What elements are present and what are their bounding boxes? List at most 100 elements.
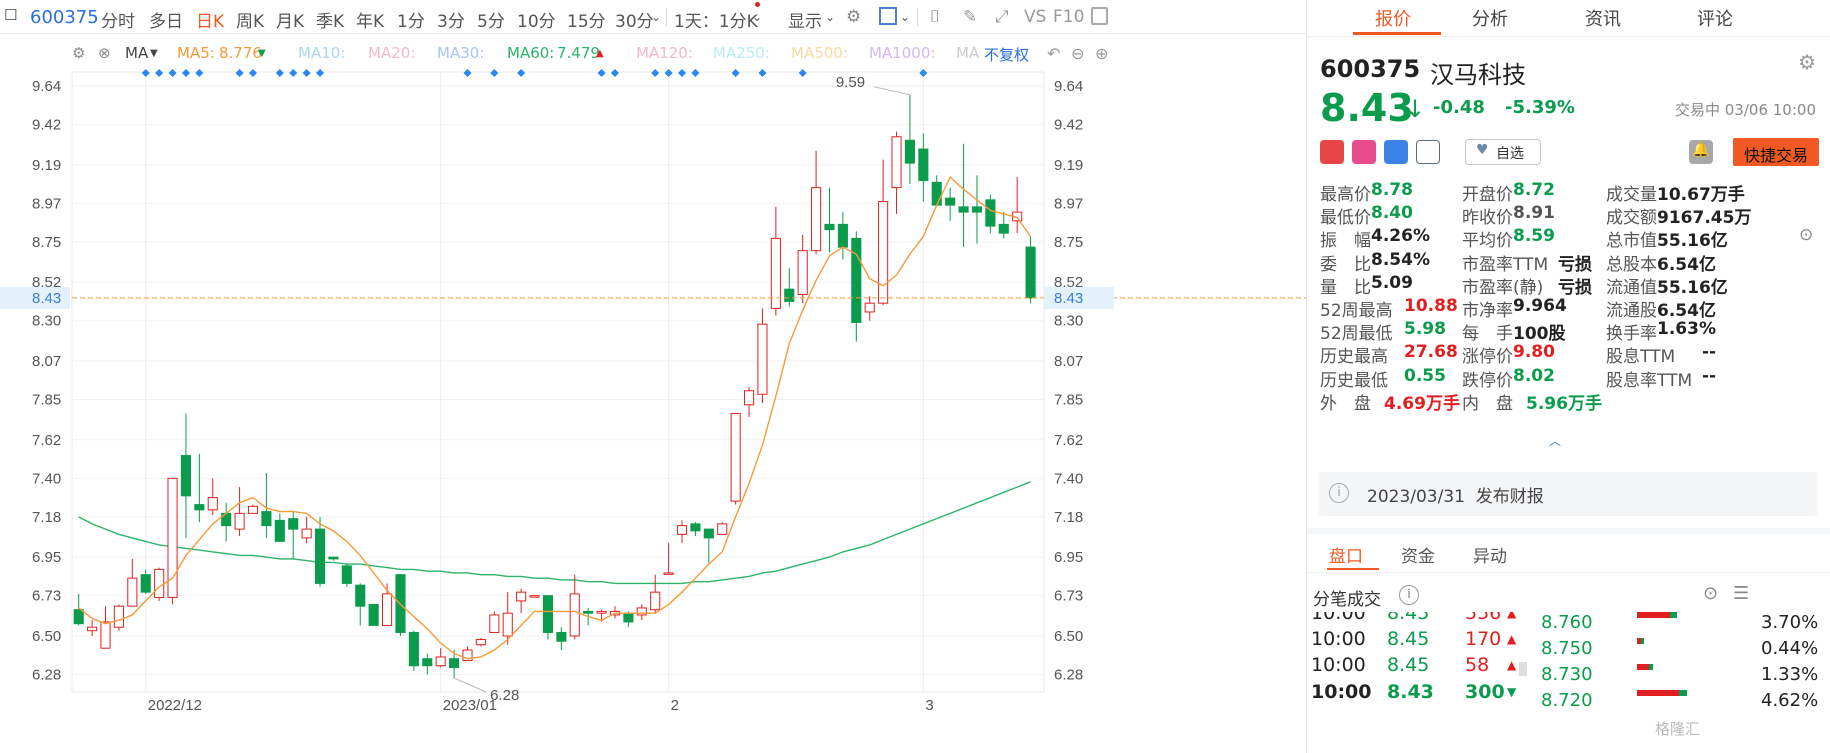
tab-analysis[interactable]: 分析 — [1472, 5, 1508, 31]
candle-body — [180, 455, 192, 497]
candle-body — [502, 612, 513, 637]
tab-30min[interactable]: 30分 — [615, 7, 654, 32]
tab-yuek[interactable]: 月K — [276, 7, 304, 32]
tab-15min[interactable]: 15分 — [567, 7, 606, 32]
stock-code-input[interactable]: 600375 — [30, 7, 99, 28]
tab-news[interactable]: 资讯 — [1585, 5, 1621, 31]
f10-button[interactable]: F10 — [1053, 7, 1084, 27]
y-tick-label-right: 7.18 — [1054, 509, 1083, 526]
tab-jik[interactable]: 季K — [316, 7, 344, 32]
candle-body — [945, 197, 956, 206]
quick-trade-button[interactable]: 快捷交易 — [1733, 138, 1819, 166]
event-marker-icon — [155, 69, 164, 77]
profile-bar-green — [1649, 664, 1653, 670]
zoom-out-icon[interactable]: ⊖ — [1071, 44, 1084, 63]
fullscreen-icon[interactable]: ⤢ — [995, 7, 1009, 27]
sidebar-toggle-icon[interactable]: ☐ — [4, 6, 17, 24]
candle-body — [569, 593, 580, 637]
stat-value: 27.68 — [1404, 342, 1458, 363]
stock-name: 汉马科技 — [1430, 61, 1526, 89]
chevron-down-icon[interactable]: ▼ — [150, 48, 158, 59]
y-tick-label-right: 6.95 — [1054, 549, 1083, 566]
pencil-icon[interactable]: ✎ — [963, 7, 977, 27]
tab-quote[interactable]: 报价 — [1375, 5, 1411, 31]
panel-toggle-icon[interactable] — [1091, 7, 1108, 25]
gear-icon[interactable]: ⚙ — [846, 7, 861, 27]
tab-fenshi[interactable]: 分时 — [101, 7, 135, 32]
margin-icon[interactable] — [1352, 140, 1376, 164]
more-icon[interactable]: ⊙ — [1703, 583, 1718, 604]
stat-value: 8.91 — [1513, 203, 1555, 224]
china-flag-icon[interactable] — [1320, 140, 1344, 164]
earnings-notice[interactable]: i 2023/03/31 发布财报 — [1319, 472, 1817, 516]
kline-chart[interactable]: 9.64 9.64 9.42 9.42 9.19 9.19 8.97 8.97 8.75 8.75… — [0, 68, 1306, 736]
tab-zijin[interactable]: 资金 — [1401, 542, 1435, 567]
undo-icon[interactable]: ↶ — [1047, 44, 1060, 63]
profile-bar-green — [1679, 690, 1687, 696]
ma5-value: 8.776 — [219, 44, 262, 62]
candle-body — [247, 505, 259, 514]
candle-body — [985, 199, 996, 227]
info-icon[interactable]: i — [1399, 585, 1419, 605]
candle-body — [864, 302, 875, 313]
close-icon[interactable]: ⊗ — [98, 44, 111, 62]
display-menu[interactable]: 显示 — [788, 7, 822, 32]
stat-label: 涨停价 — [1462, 347, 1513, 368]
candle-body — [851, 237, 862, 323]
gear-icon[interactable]: ⚙ — [1798, 50, 1816, 74]
tab-pankou[interactable]: 盘口 — [1329, 542, 1363, 567]
collapse-chevron-icon[interactable]: ︿ — [1549, 432, 1561, 449]
list-icon[interactable]: ☰ — [1733, 583, 1749, 604]
x-tick-label: 2022/12 — [148, 697, 202, 714]
candle-body — [904, 139, 915, 164]
chevron-down-icon[interactable]: ⌄ — [752, 10, 762, 24]
profile-bar-green — [1641, 638, 1644, 644]
scrollbar-thumb[interactable] — [1519, 662, 1527, 676]
event-marker-icon — [490, 69, 499, 77]
vs-button[interactable]: VS — [1024, 7, 1046, 27]
stat-value: 亏损 — [1558, 254, 1592, 275]
tab-niank[interactable]: 年K — [356, 7, 384, 32]
tab-10min[interactable]: 10分 — [517, 7, 556, 32]
chevron-down-icon[interactable]: ⌄ — [825, 10, 835, 24]
tab-5min[interactable]: 5分 — [477, 7, 505, 32]
bell-icon[interactable]: 🔔 — [1689, 140, 1713, 164]
candle-body — [234, 512, 245, 530]
more-icon[interactable]: ⊙ — [1799, 225, 1813, 245]
y-tick-label-left: 6.95 — [32, 549, 61, 566]
current-price: 8.43 — [1320, 86, 1414, 130]
stat-label: 成交额 — [1606, 208, 1657, 229]
candle-body — [676, 525, 688, 535]
ma10-label: MA10: — [298, 44, 346, 62]
draw-box-icon[interactable] — [879, 7, 897, 25]
settings-icon[interactable]: ⚙ — [72, 44, 85, 62]
stat-value: 8.54% — [1371, 249, 1430, 270]
tag-icon[interactable] — [1384, 140, 1408, 164]
trade-row: 10:00 8.43 300 ▼ — [1307, 681, 1537, 709]
tab-1min[interactable]: 1分 — [397, 7, 425, 32]
kline-select[interactable]: 1天：1分K — [674, 7, 758, 32]
candle-body — [408, 631, 419, 667]
event-marker-icon — [691, 69, 700, 77]
chevron-down-icon[interactable]: ⌄ — [651, 10, 661, 24]
camera-icon[interactable]: ⌷ — [930, 7, 940, 27]
tab-comments[interactable]: 评论 — [1697, 5, 1733, 31]
candle-body — [140, 574, 151, 593]
add-watchlist-button[interactable]: ♥ 自选 — [1465, 139, 1541, 165]
zoom-in-icon[interactable]: ⊕ — [1095, 44, 1108, 63]
tab-yidong[interactable]: 异动 — [1473, 542, 1507, 567]
tab-duori[interactable]: 多日 — [149, 7, 183, 32]
candle-body — [623, 612, 634, 623]
trade-time: 10:00 — [1311, 612, 1366, 624]
chevron-down-icon[interactable]: ⌄ — [900, 10, 910, 24]
tab-zhouk[interactable]: 周K — [236, 7, 264, 32]
note-icon[interactable] — [1416, 140, 1440, 164]
tab-3min[interactable]: 3分 — [437, 7, 465, 32]
profile-price: 8.760 — [1541, 612, 1593, 633]
ma-selector[interactable]: MA — [125, 44, 148, 62]
profile-pct: 3.70% — [1761, 612, 1819, 633]
candle-body — [328, 556, 339, 560]
candle-body — [918, 148, 929, 182]
adjust-button[interactable]: 不复权 — [984, 44, 1029, 65]
tab-rik[interactable]: 日K — [196, 7, 224, 32]
